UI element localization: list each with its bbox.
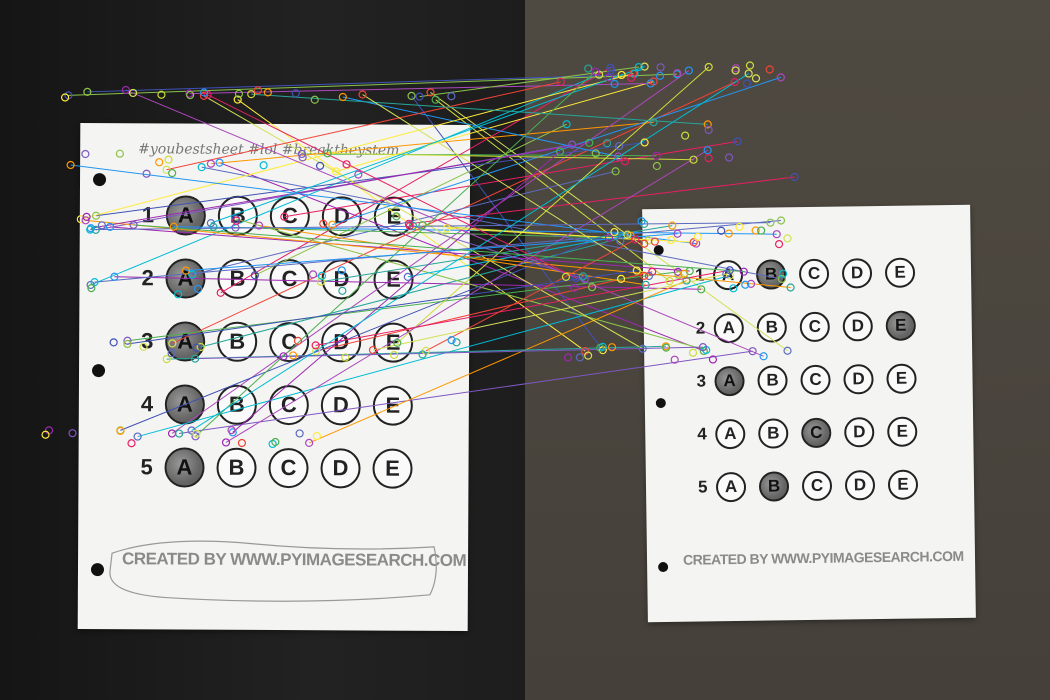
keypoint-circle — [563, 353, 573, 362]
keypoint-circle — [338, 286, 347, 295]
keypoint-circle — [155, 158, 164, 167]
keypoint-circle — [681, 131, 690, 140]
match-line — [435, 99, 670, 282]
keypoint-circle — [704, 154, 713, 163]
keypoint-circle — [751, 74, 761, 83]
match-line — [179, 350, 753, 435]
match-line — [90, 74, 600, 286]
match-line — [308, 280, 687, 444]
keypoint-circle — [192, 343, 201, 352]
keypoint-circle — [253, 86, 263, 95]
keypoint-circle — [68, 429, 77, 438]
keypoint-circle — [602, 139, 612, 148]
keypoint-circle — [337, 266, 346, 275]
keypoint-circle — [745, 61, 755, 70]
keypoint-circle — [115, 149, 124, 158]
match-line — [90, 142, 590, 229]
match-line — [200, 235, 631, 348]
match-line — [120, 231, 615, 431]
keypoint-circle — [109, 338, 118, 347]
keypoint-circle — [584, 64, 593, 73]
match-line — [207, 94, 577, 279]
match-line — [195, 71, 596, 437]
keypoint-circle — [688, 348, 698, 357]
match-line — [87, 74, 622, 93]
keypoint-circle — [693, 232, 702, 242]
keypoint-circle — [724, 153, 734, 162]
keypoint-circle — [167, 349, 176, 358]
keypoint-circle — [142, 169, 151, 178]
keypoint-circle — [81, 149, 90, 159]
match-line — [284, 140, 738, 218]
keypoint-circle — [447, 92, 456, 101]
match-line — [254, 123, 567, 276]
keypoint-circle — [97, 221, 107, 230]
keypoint-circle — [237, 438, 246, 448]
keypoint-circle — [308, 270, 318, 279]
keypoint-circle — [652, 161, 662, 171]
match-line — [195, 346, 703, 360]
keypoint-circle — [168, 168, 177, 178]
keypoint-circle — [742, 79, 752, 88]
keypoint-circle — [575, 353, 585, 362]
keypoint-circle — [310, 95, 319, 104]
keypoint-match-overlay — [41, 61, 799, 449]
match-line — [185, 233, 678, 272]
keypoint-circle — [783, 234, 792, 243]
keypoint-circle — [765, 65, 774, 74]
keypoint-circle — [655, 71, 665, 80]
keypoint-circle — [193, 284, 203, 294]
match-line — [232, 151, 561, 433]
keypoint-circle — [774, 240, 784, 249]
keypoint-circle — [315, 161, 325, 170]
keypoint-circle — [312, 431, 321, 441]
match-line — [125, 89, 764, 357]
match-line — [114, 276, 702, 290]
keypoint-circle — [164, 155, 173, 164]
keypoint-circle — [729, 284, 738, 293]
keypoint-circle — [127, 439, 136, 448]
keypoint-circle — [227, 426, 236, 435]
keypoint-circle — [389, 350, 399, 360]
keypoint-circle — [319, 219, 328, 228]
keypoint-circle — [656, 63, 665, 72]
keypoint-circle — [139, 342, 148, 352]
keypoint-circle — [259, 161, 268, 170]
keypoint-circle — [295, 429, 304, 438]
keypoint-circle — [174, 290, 183, 299]
match-line — [251, 93, 708, 125]
